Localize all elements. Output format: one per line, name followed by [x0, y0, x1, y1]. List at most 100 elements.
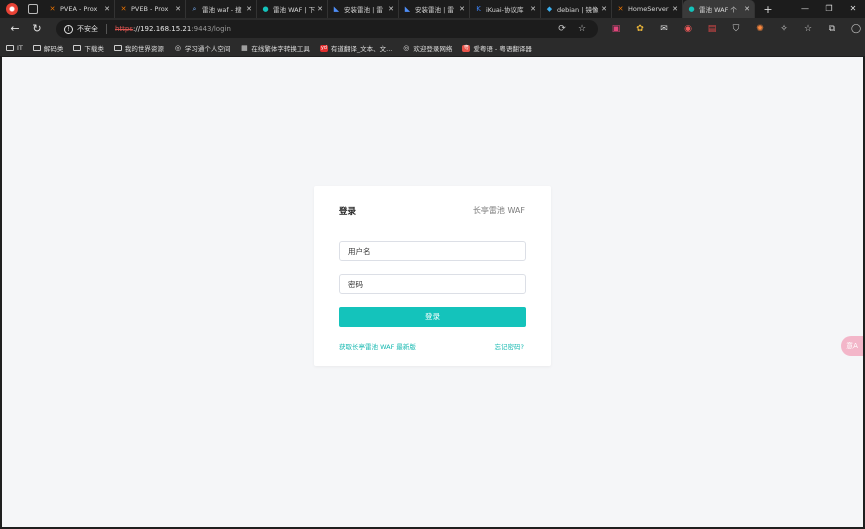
bookmark-4[interactable]: ◎ 学习通个人空间 [174, 43, 231, 53]
extension-red-icon[interactable]: ◉ [676, 18, 700, 40]
address-bar-actions: ⟳ ☆ [552, 20, 592, 38]
folder-icon [73, 45, 82, 51]
globe-icon: ◎ [174, 43, 181, 52]
tab-label: PVEB - Prox [131, 5, 169, 13]
proxmox-icon: ✕ [120, 4, 127, 13]
page-viewport: 登录 长亭雷池 WAF 登录 获取长亭雷池 WAF 最新版 忘记密码? 意A [2, 57, 863, 527]
folder-icon [6, 45, 14, 51]
puzzle-icon[interactable]: ✧ [772, 18, 796, 40]
bookmark-label: IT [17, 44, 23, 52]
mail-icon[interactable]: ✉ [652, 18, 676, 40]
new-tab-button[interactable]: + [761, 3, 775, 16]
bookmark-label: 爱粤语 - 粤语翻译器 [473, 45, 532, 53]
safeline-docs-icon: ◣ [333, 4, 340, 13]
tab-close-icon[interactable]: ✕ [245, 5, 253, 13]
debian-mirror-icon: ◆ [546, 4, 553, 13]
bookmark-2[interactable]: 下载类 [73, 43, 104, 53]
brand-label: 长亭雷池 WAF [472, 206, 525, 215]
tab-close-icon[interactable]: ✕ [387, 5, 395, 13]
tab-close-icon[interactable]: ✕ [103, 5, 111, 13]
workspaces-icon[interactable] [28, 4, 38, 14]
bookmark-label: 欢迎登录网络 [413, 45, 453, 53]
tab-close-icon[interactable]: ✕ [600, 5, 608, 13]
not-secure-label[interactable]: 不安全 [77, 24, 98, 34]
tab-label: PVEA - Prox [60, 5, 98, 13]
tab-3[interactable]: ● 雷池 WAF | 下 ✕ [257, 0, 328, 18]
safeline-icon: ● [688, 4, 695, 13]
bookmark-label: 在线繁体字转换工具 [251, 45, 310, 53]
login-button[interactable]: 登录 [339, 307, 526, 327]
aiyueyu-icon: 粤 [462, 44, 471, 52]
tab-close-icon[interactable]: ✕ [529, 5, 537, 13]
forgot-password-link[interactable]: 忘记密码? [495, 341, 524, 351]
username-input[interactable] [339, 241, 526, 261]
bookmark-star-icon[interactable]: ☆ [572, 24, 592, 34]
extension-clover-icon[interactable]: ✿ [628, 18, 652, 40]
bookmark-label: 有道翻译_文本、文... [330, 45, 393, 53]
extension-orange-icon[interactable]: ✺ [748, 18, 772, 40]
bookmark-3[interactable]: 我的世界资源 [113, 43, 164, 53]
extensions-bar: ▣ ✿ ✉ ◉ ▤ ⛉ ✺ ✧ ☆ ⧉ ◯ ⋯ [604, 18, 865, 40]
collections-icon[interactable]: ⧉ [820, 18, 844, 40]
tab-4[interactable]: ◣ 安装雷池 | 雷 ✕ [328, 0, 399, 18]
youdao-icon: yd [319, 44, 328, 52]
floating-translate-badge[interactable]: 意A [841, 336, 863, 356]
favorites-icon[interactable]: ☆ [796, 18, 820, 40]
extension-redbox-icon[interactable]: ▤ [700, 18, 724, 40]
navigation-toolbar: ← ↻ ! 不安全 https://192.168.15.21:9443/log… [0, 18, 865, 40]
password-input[interactable] [339, 274, 526, 294]
tab-label: 安装雷池 | 雷 [344, 6, 383, 14]
browser-profile-icon[interactable] [6, 3, 18, 15]
tab-7[interactable]: ◆ debian | 镜像 ✕ [541, 0, 612, 18]
tab-label: 雷池 WAF | 下 [273, 6, 316, 14]
bookmark-label: 下载类 [84, 45, 104, 53]
tab-8[interactable]: ✕ HomeServer ✕ [612, 0, 683, 18]
extension-pink-icon[interactable]: ▣ [604, 18, 628, 40]
bookmark-8[interactable]: 粤爱粤语 - 粤语翻译器 [462, 43, 532, 53]
profile-icon[interactable]: ◯ [844, 18, 865, 40]
back-icon[interactable]: ← [4, 18, 26, 40]
reload-icon[interactable]: ↻ [26, 18, 48, 40]
bookmark-label: 我的世界资源 [124, 45, 164, 53]
get-latest-version-link[interactable]: 获取长亭雷池 WAF 最新版 [339, 341, 416, 351]
shield-icon[interactable]: ⛉ [724, 18, 748, 40]
tab-2[interactable]: ⌕ 雷池 waf - 搜 ✕ [186, 0, 257, 18]
login-card: 登录 长亭雷池 WAF 登录 获取长亭雷池 WAF 最新版 忘记密码? [314, 186, 551, 366]
tab-9[interactable]: ● 雷池 WAF 个 ✕ [683, 0, 755, 18]
maximize-icon[interactable]: ❐ [817, 0, 841, 18]
window-controls: — ❐ ✕ [793, 0, 865, 18]
bookmark-1[interactable]: 解码类 [32, 43, 63, 53]
tab-1[interactable]: ✕ PVEB - Prox ✕ [115, 0, 186, 18]
minimize-icon[interactable]: — [793, 0, 817, 18]
url-text[interactable]: https://192.168.15.21:9443/login [115, 25, 231, 33]
tab-5[interactable]: ◣ 安装雷池 | 雷 ✕ [399, 0, 470, 18]
not-secure-icon[interactable]: ! [64, 24, 73, 34]
tab-close-icon[interactable]: ✕ [174, 5, 182, 13]
bookmark-0[interactable]: IT [6, 44, 23, 52]
tab-0[interactable]: ✕ PVEA - Prox ✕ [44, 0, 115, 18]
bookmark-5[interactable]: ▦ 在线繁体字转换工具 [240, 43, 310, 53]
bookmark-7[interactable]: ◎ 欢迎登录网络 [402, 43, 452, 53]
tab-6[interactable]: KiKuai-协议库 ✕ [470, 0, 541, 18]
close-window-icon[interactable]: ✕ [841, 0, 865, 18]
tab-label: 雷池 waf - 搜 [202, 6, 242, 14]
tab-label: 安装雷池 | 雷 [415, 6, 454, 14]
tab-strip: ✕ PVEA - Prox ✕ ✕ PVEB - Prox ✕ ⌕ 雷池 waf - 搜 ✕ ● 雷… [0, 0, 865, 18]
tab-close-icon[interactable]: ✕ [316, 5, 324, 13]
url-scheme: https [115, 25, 134, 33]
tab-label: HomeServer [628, 5, 669, 13]
bookmark-6[interactable]: yd 有道翻译_文本、文... [319, 43, 393, 53]
tab-close-icon[interactable]: ✕ [671, 5, 679, 13]
translate-icon[interactable]: ⟳ [552, 24, 572, 34]
safeline-docs-icon: ◣ [404, 4, 411, 13]
folder-icon [113, 45, 122, 51]
tab-close-icon[interactable]: ✕ [743, 5, 751, 13]
safeline-icon: ● [262, 4, 269, 13]
login-title: 登录 [339, 207, 357, 217]
tab-close-icon[interactable]: ✕ [458, 5, 466, 13]
proxmox-icon: ✕ [617, 4, 624, 13]
tab-label: 雷池 WAF 个 [699, 6, 737, 14]
address-bar[interactable]: ! 不安全 https://192.168.15.21:9443/login ⟳… [56, 20, 598, 38]
search-icon: ⌕ [192, 4, 197, 13]
bookmarks-bar: IT 解码类 下载类 我的世界资源 ◎ 学习通个人空间 ▦ 在线繁体字转换工具 yd 有道翻译_文… [0, 40, 865, 56]
